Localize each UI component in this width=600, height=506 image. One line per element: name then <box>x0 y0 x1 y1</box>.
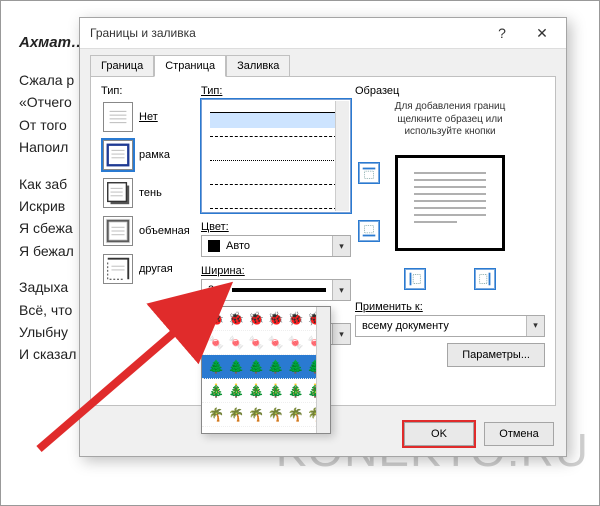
chevron-down-icon: ▾ <box>332 324 350 344</box>
page-preview[interactable] <box>395 155 505 251</box>
width-combo[interactable]: 3 пт ▾ <box>201 279 351 301</box>
close-button[interactable]: ✕ <box>522 19 562 47</box>
line-style-dotted[interactable] <box>210 160 342 176</box>
apply-to-row: Применить к: всему документу ▾ Параметры… <box>355 301 545 367</box>
style-label: Тип: <box>201 85 351 97</box>
dialog-titlebar[interactable]: Границы и заливка ? ✕ <box>80 18 566 48</box>
edge-bottom-button[interactable] <box>359 221 379 241</box>
color-swatch-icon <box>208 240 220 252</box>
width-preview-icon <box>232 288 326 292</box>
style-scrollbar[interactable] <box>335 101 349 211</box>
tab-page[interactable]: Страница <box>154 55 226 77</box>
tab-strip: Граница Страница Заливка <box>90 55 556 77</box>
line-style-dashed2[interactable] <box>210 184 342 200</box>
cancel-button[interactable]: Отмена <box>484 422 554 446</box>
line-style-dashed1[interactable] <box>210 136 342 152</box>
apply-to-combo[interactable]: всему документу ▾ <box>355 315 545 337</box>
sample-hint: Для добавления границ щелкните образец и… <box>355 101 545 139</box>
dialog-title: Границы и заливка <box>90 26 482 40</box>
edge-right-button[interactable] <box>475 269 495 289</box>
line-style-solid[interactable] <box>210 112 342 128</box>
color-combo[interactable]: Авто ▾ <box>201 235 351 257</box>
tab-border[interactable]: Граница <box>90 55 154 77</box>
art-option-trees-dark[interactable]: 🎄 🎄 🎄 🎄 🎄 🎄 <box>202 379 330 403</box>
type-3d[interactable]: объемная <box>101 213 197 249</box>
apply-label: Применить к: <box>355 301 545 313</box>
box-icon <box>103 140 133 170</box>
tab-fill[interactable]: Заливка <box>226 55 290 77</box>
type-label: Тип: <box>101 85 197 97</box>
help-button[interactable]: ? <box>482 19 522 47</box>
ok-button[interactable]: OK <box>404 422 474 446</box>
line-style-dashdot[interactable] <box>210 208 342 213</box>
type-none[interactable]: Нет <box>101 99 197 135</box>
type-box[interactable]: рамка <box>101 137 197 173</box>
color-label: Цвет: <box>201 221 351 233</box>
art-option-candies[interactable]: 🍬 🍬 🍬 🍬 🍬 🍬 <box>202 331 330 355</box>
art-option-bugs[interactable]: 🐞 🐞 🐞 🐞 🐞 🐞 <box>202 307 330 331</box>
edge-left-button[interactable] <box>405 269 425 289</box>
custom-icon <box>103 254 133 284</box>
type-shadow[interactable]: тень <box>101 175 197 211</box>
three-d-icon <box>103 216 133 246</box>
type-custom[interactable]: другая <box>101 251 197 287</box>
preview-column: Образец Для добавления границ щелкните о… <box>355 85 545 397</box>
art-dropdown-list[interactable]: 🐞 🐞 🐞 🐞 🐞 🐞 🍬 🍬 🍬 🍬 🍬 🍬 🌲 🌲 🌲 🌲 🌲 🌲 🎄 🎄 … <box>201 306 331 434</box>
setting-column: Тип: Нет рамка тень <box>101 85 197 397</box>
sample-label: Образец <box>355 85 545 97</box>
chevron-down-icon: ▾ <box>332 280 350 300</box>
shadow-icon <box>103 178 133 208</box>
art-option-trees-green[interactable]: 🌲 🌲 🌲 🌲 🌲 🌲 <box>202 355 330 379</box>
preview-area <box>355 145 545 295</box>
dialog-footer: OK Отмена <box>404 422 554 446</box>
none-icon <box>103 102 133 132</box>
edge-top-button[interactable] <box>359 163 379 183</box>
width-label: Ширина: <box>201 265 351 277</box>
art-option-palms[interactable]: 🌴 🌴 🌴 🌴 🌴 🌴 <box>202 403 330 427</box>
chevron-down-icon: ▾ <box>332 236 350 256</box>
chevron-down-icon: ▾ <box>526 316 544 336</box>
options-button[interactable]: Параметры... <box>447 343 545 367</box>
line-style-list[interactable] <box>201 99 351 213</box>
art-scrollbar[interactable] <box>316 307 330 433</box>
